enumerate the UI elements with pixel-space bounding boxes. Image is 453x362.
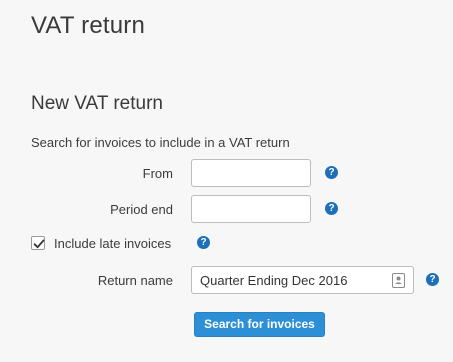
period-end-label: Period end xyxy=(110,202,173,217)
question-circle-icon[interactable]: ? xyxy=(197,236,210,249)
include-late-checkbox[interactable] xyxy=(31,236,45,250)
from-date-input[interactable] xyxy=(191,159,311,187)
include-late-row: Include late invoices ? xyxy=(0,231,453,255)
return-name-row: Return name ? xyxy=(0,266,453,294)
vat-return-page: VAT return New VAT return Search for inv… xyxy=(0,0,453,362)
section-intro: Search for invoices to include in a VAT … xyxy=(31,135,290,150)
question-circle-icon[interactable]: ? xyxy=(325,166,338,179)
section-title: New VAT return xyxy=(31,93,163,114)
return-name-input[interactable] xyxy=(191,266,414,294)
page-title: VAT return xyxy=(31,12,146,39)
search-for-invoices-button[interactable]: Search for invoices xyxy=(194,312,325,337)
from-row: From ? xyxy=(0,159,453,187)
include-late-label[interactable]: Include late invoices xyxy=(54,236,171,251)
period-end-input[interactable] xyxy=(191,195,311,223)
period-end-row: Period end ? xyxy=(0,195,453,223)
checkmark-icon xyxy=(33,239,45,249)
question-circle-icon[interactable]: ? xyxy=(325,202,338,215)
from-label: From xyxy=(142,166,173,181)
return-name-label: Return name xyxy=(97,273,173,288)
contact-card-icon[interactable] xyxy=(392,273,405,288)
question-circle-icon[interactable]: ? xyxy=(426,273,439,286)
